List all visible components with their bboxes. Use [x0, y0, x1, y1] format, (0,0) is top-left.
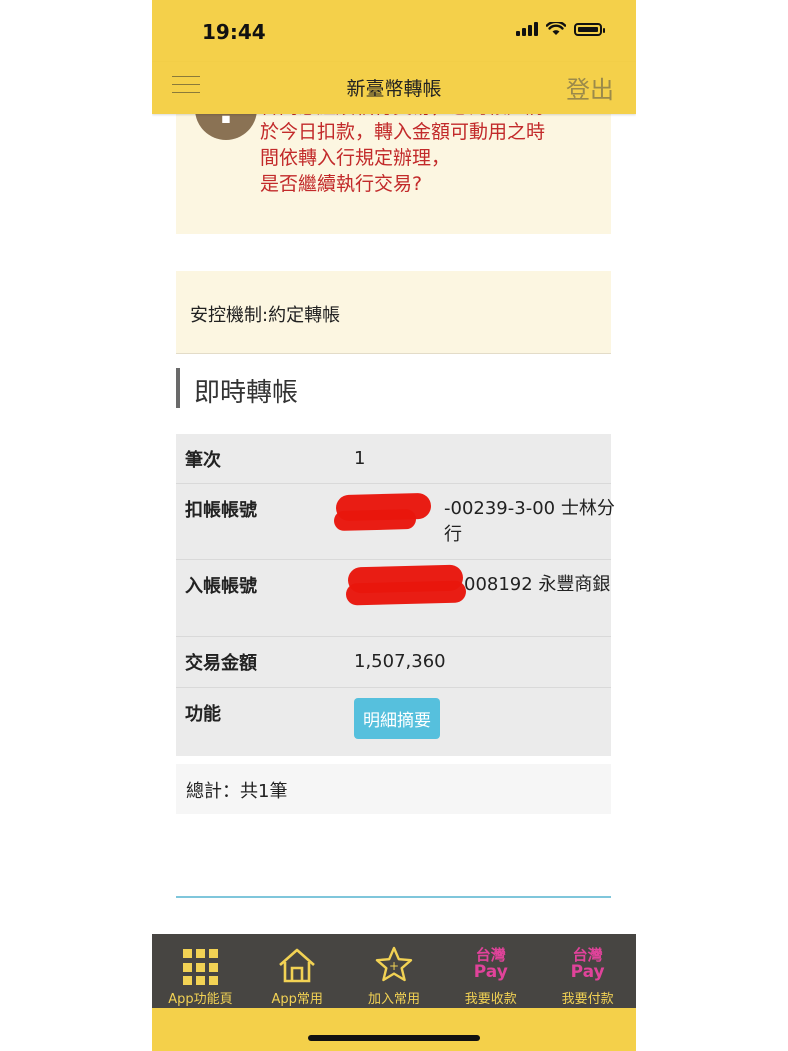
nav-label: App功能頁 — [168, 992, 233, 1007]
batch-value: 1 — [354, 448, 366, 469]
page-title: 新臺幣轉帳 — [346, 78, 442, 100]
nav-item-app-functions[interactable]: App功能頁 — [152, 934, 249, 1008]
credit-account-label: 入帳帳號 — [185, 576, 257, 597]
home-indicator-area — [152, 1008, 636, 1051]
table-row: 入帳帳號 008192 永豐商銀 — [176, 560, 611, 637]
warning-text: 各同意繼續執行交易，您的帳戶將 於今日扣款，轉入金額可動用之時 間依轉入行規定辦… — [260, 104, 600, 197]
function-label: 功能 — [185, 704, 221, 725]
redaction-mark — [333, 508, 417, 532]
battery-icon — [574, 22, 605, 36]
grid-icon — [152, 946, 249, 986]
warning-line-3: 間依轉入行規定辦理， — [260, 147, 451, 169]
section-title: 即時轉帳 — [194, 378, 299, 408]
svg-text:+: + — [389, 959, 399, 973]
home-icon — [249, 946, 346, 986]
table-row: 交易金額 1,507,360 — [176, 637, 611, 688]
security-mechanism-label: 安控機制:約定轉帳 — [190, 305, 341, 326]
total-summary: 總計：共1筆 — [176, 764, 611, 814]
wifi-icon — [546, 22, 566, 35]
batch-label: 筆次 — [185, 450, 221, 471]
transfer-detail-table: 筆次 1 扣帳帳號 -00239-3-00 士林分行 入帳帳號 008192 永… — [176, 434, 615, 756]
nav-label: App常用 — [271, 992, 323, 1007]
table-row: 筆次 1 — [176, 434, 611, 484]
total-label: 總計：共1筆 — [186, 781, 288, 802]
taiwan-pay-icon: 台灣 Pay — [473, 946, 508, 982]
amount-value: 1,507,360 — [354, 651, 446, 672]
nav-label: 我要收款 — [464, 992, 517, 1007]
phone-screen: 19:44 新臺幣轉帳 登出 ! 各同意繼續執行交易，您的帳戶將 於今日扣款，轉… — [152, 0, 636, 1051]
signal-icon — [516, 22, 538, 36]
redaction-mark — [345, 580, 467, 606]
nav-label: 加入常用 — [367, 992, 420, 1007]
debit-account-label: 扣帳帳號 — [185, 500, 257, 521]
warning-message-box: ! 各同意繼續執行交易，您的帳戶將 於今日扣款，轉入金額可動用之時 間依轉入行規… — [176, 104, 611, 234]
table-row: 扣帳帳號 -00239-3-00 士林分行 — [176, 484, 615, 560]
nav-item-add-favorite[interactable]: + 加入常用 — [346, 934, 443, 1008]
app-header: 新臺幣轉帳 登出 — [152, 62, 636, 114]
bottom-nav-bar: App功能頁 App常用 + 加入常用 台灣 Pay 我要收款 台灣 Pay 我… — [152, 934, 636, 1008]
amount-label: 交易金額 — [185, 653, 257, 674]
security-mechanism-box: 安控機制:約定轉帳 — [176, 271, 611, 354]
warning-line-4: 是否繼續執行交易? — [260, 173, 423, 195]
warning-line-2: 於今日扣款，轉入金額可動用之時 — [260, 121, 546, 143]
taiwan-pay-icon: 台灣 Pay — [570, 946, 605, 982]
table-row: 功能 明細摘要 — [176, 688, 611, 756]
status-bar: 19:44 — [152, 0, 636, 62]
nav-item-make-payment[interactable]: 台灣 Pay 我要付款 — [539, 934, 636, 1008]
status-time: 19:44 — [202, 20, 266, 44]
detail-summary-button[interactable]: 明細摘要 — [354, 698, 440, 739]
status-icons — [516, 22, 605, 36]
logout-button[interactable]: 登出 — [566, 70, 614, 105]
nav-label: 我要付款 — [561, 992, 614, 1007]
home-indicator[interactable] — [308, 1035, 480, 1041]
section-title-accent — [176, 368, 180, 408]
star-icon: + — [346, 946, 443, 986]
nav-item-receive-payment[interactable]: 台灣 Pay 我要收款 — [442, 934, 539, 1008]
content-divider — [176, 896, 611, 898]
nav-item-app-favorites[interactable]: App常用 — [249, 934, 346, 1008]
